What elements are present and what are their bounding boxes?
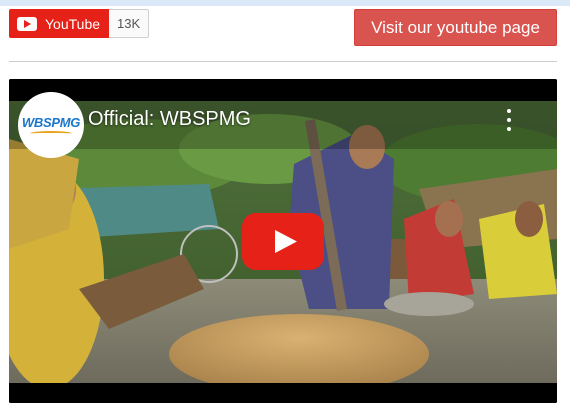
play-icon: [242, 213, 324, 270]
video-title[interactable]: Official: WBSPMG: [88, 108, 251, 131]
youtube-button-label: YouTube: [45, 15, 101, 32]
video-bottom-bar: [9, 383, 557, 403]
menu-dot: [507, 127, 511, 131]
youtube-button-main[interactable]: YouTube: [9, 9, 110, 38]
channel-logo[interactable]: WBSPMG: [18, 92, 84, 158]
menu-dot: [507, 109, 511, 113]
divider: [9, 61, 557, 62]
youtube-play-icon: [17, 16, 37, 31]
channel-logo-text: WBSPMG: [21, 114, 81, 130]
subscriber-count: 13K: [109, 9, 150, 38]
youtube-subscribe-button[interactable]: YouTube 13K: [9, 9, 150, 38]
visit-youtube-button[interactable]: Visit our youtube page: [354, 9, 557, 46]
play-button[interactable]: [242, 213, 324, 270]
channel-logo-swoosh: [30, 130, 72, 136]
more-vert-icon[interactable]: [503, 109, 515, 131]
video-embed[interactable]: WBSPMG Official: WBSPMG: [9, 79, 557, 403]
top-strip: [0, 0, 570, 6]
menu-dot: [507, 118, 511, 122]
